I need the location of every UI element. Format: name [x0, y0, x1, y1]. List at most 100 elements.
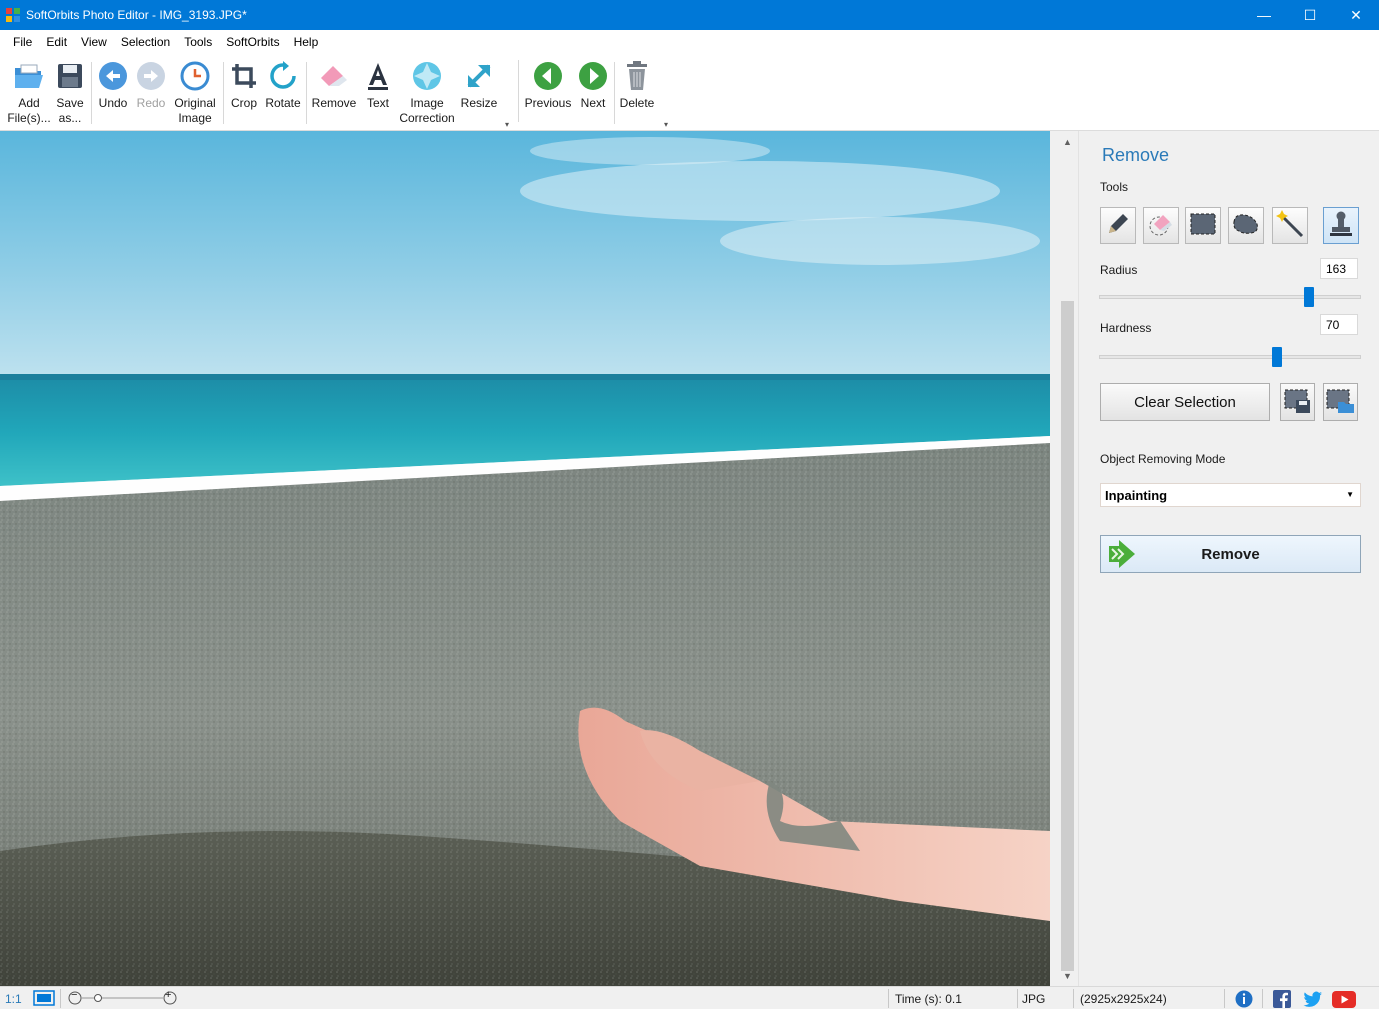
- toolbar-separator: [518, 60, 519, 122]
- text-tool-label: Text: [366, 96, 389, 110]
- mode-label: Object Removing Mode: [1100, 452, 1226, 466]
- next-button[interactable]: Next: [576, 56, 610, 111]
- menu-edit[interactable]: Edit: [39, 35, 74, 49]
- menu-help[interactable]: Help: [287, 35, 326, 49]
- toolbar-overflow-icon[interactable]: ▾: [505, 120, 509, 129]
- save-selection-button[interactable]: [1280, 383, 1315, 421]
- status-bar: 1:1 − + Time (s): 0.1 JPG (2925x2925x24): [0, 986, 1379, 1009]
- lasso-tool-button[interactable]: [1228, 207, 1264, 244]
- redo-label: Redo: [136, 96, 166, 110]
- scroll-down-icon[interactable]: ▼: [1059, 967, 1076, 984]
- info-icon[interactable]: [1235, 990, 1253, 1009]
- facebook-icon[interactable]: [1273, 990, 1291, 1009]
- clone-stamp-tool-button[interactable]: [1323, 207, 1359, 244]
- mode-select-value: Inpainting: [1105, 488, 1168, 503]
- magic-wand-tool-button[interactable]: [1272, 207, 1308, 244]
- status-separator: [1262, 989, 1263, 1008]
- title-bar: SoftOrbits Photo Editor - IMG_3193.JPG* …: [0, 0, 1379, 30]
- processing-time: Time (s): 0.1: [895, 992, 962, 1006]
- crop-button[interactable]: Crop: [227, 56, 261, 111]
- scrollbar-thumb[interactable]: [1061, 301, 1074, 971]
- resize-button[interactable]: Resize: [459, 56, 499, 111]
- resize-arrows-icon: [463, 60, 495, 92]
- image-correction-button[interactable]: Image Correction: [396, 56, 458, 126]
- beach-photo[interactable]: [0, 131, 1050, 986]
- window-title: SoftOrbits Photo Editor - IMG_3193.JPG*: [26, 8, 247, 22]
- zoom-1to1-button[interactable]: 1:1: [5, 992, 22, 1006]
- text-tool-button[interactable]: Text: [363, 56, 393, 111]
- rotate-label: Rotate: [265, 96, 301, 110]
- remove-button-label: Remove: [1201, 545, 1260, 563]
- add-files-button[interactable]: Add File(s)...: [6, 56, 52, 126]
- load-selection-icon: [1326, 388, 1356, 417]
- image-correction-icon: [411, 60, 443, 92]
- rotate-button[interactable]: Rotate: [263, 56, 303, 111]
- save-as-label-1: Save: [56, 96, 84, 110]
- clear-selection-button[interactable]: Clear Selection: [1100, 383, 1270, 421]
- toolbar-separator: [306, 62, 307, 124]
- redo-button[interactable]: Redo: [134, 56, 168, 111]
- pencil-tool-button[interactable]: [1100, 207, 1136, 244]
- hardness-label: Hardness: [1100, 321, 1152, 335]
- clear-selection-label: Clear Selection: [1134, 393, 1236, 411]
- toolbar: Add File(s)... Save as... Undo Redo Orig…: [0, 54, 1379, 131]
- radius-slider-track[interactable]: [1099, 295, 1361, 299]
- toolbar-separator: [91, 62, 92, 124]
- image-correction-label-2: Correction: [399, 111, 455, 125]
- crop-icon: [228, 60, 260, 92]
- image-canvas[interactable]: [0, 131, 1050, 986]
- eraser-icon: [318, 60, 350, 92]
- eraser-tool-button[interactable]: [1143, 207, 1179, 244]
- menu-softorbits[interactable]: SoftOrbits: [219, 35, 286, 49]
- previous-label: Previous: [524, 96, 572, 110]
- original-image-label-1: Original: [174, 96, 216, 110]
- image-dimensions: (2925x2925x24): [1080, 992, 1167, 1006]
- original-image-label-2: Image: [178, 111, 212, 125]
- remove-tool-button[interactable]: Remove: [309, 56, 359, 111]
- chevron-down-icon: ▼: [1346, 490, 1354, 499]
- delete-button[interactable]: Delete: [618, 56, 656, 111]
- radius-value-input[interactable]: 163: [1320, 258, 1358, 279]
- zoom-in-icon[interactable]: +: [165, 989, 171, 1001]
- previous-button[interactable]: Previous: [522, 56, 574, 111]
- lasso-icon: [1231, 212, 1261, 239]
- hardness-slider-thumb[interactable]: [1272, 347, 1283, 367]
- save-selection-icon: [1284, 388, 1312, 417]
- youtube-icon[interactable]: [1332, 991, 1356, 1009]
- menu-file[interactable]: File: [6, 35, 39, 49]
- twitter-icon[interactable]: [1303, 990, 1323, 1009]
- menu-view[interactable]: View: [74, 35, 114, 49]
- save-as-button[interactable]: Save as...: [53, 56, 87, 126]
- load-selection-button[interactable]: [1323, 383, 1358, 421]
- maximize-button[interactable]: ☐: [1287, 0, 1333, 30]
- scroll-up-icon[interactable]: ▲: [1059, 133, 1076, 150]
- remove-button[interactable]: Remove: [1100, 535, 1361, 573]
- image-correction-label-1: Image: [410, 96, 444, 110]
- panel-splitter[interactable]: [1050, 131, 1059, 986]
- tools-label: Tools: [1100, 180, 1129, 194]
- toolbar-navigation-group: Previous Next Delete ▾: [522, 56, 672, 129]
- hardness-value-input[interactable]: 70: [1320, 314, 1358, 335]
- menu-selection[interactable]: Selection: [114, 35, 177, 49]
- save-as-label-2: as...: [58, 111, 82, 125]
- radius-slider-thumb[interactable]: [1303, 287, 1314, 307]
- status-separator: [888, 989, 889, 1008]
- undo-button[interactable]: Undo: [95, 56, 131, 111]
- toolbar-overflow-icon[interactable]: ▾: [664, 120, 668, 129]
- zoom-slider[interactable]: [68, 990, 178, 1009]
- mode-select[interactable]: Inpainting ▼: [1100, 483, 1361, 507]
- undo-arrow-icon: [97, 60, 129, 92]
- zoom-out-icon[interactable]: −: [71, 989, 77, 1001]
- open-folder-icon: [13, 60, 45, 92]
- vertical-scrollbar[interactable]: ▲ ▼: [1059, 131, 1076, 986]
- minimize-button[interactable]: —: [1241, 0, 1287, 30]
- delete-label: Delete: [619, 96, 655, 110]
- menu-tools[interactable]: Tools: [177, 35, 219, 49]
- original-image-button[interactable]: Original Image: [171, 56, 219, 126]
- hardness-slider-track[interactable]: [1099, 355, 1361, 359]
- app-logo-icon: [5, 7, 21, 23]
- close-button[interactable]: ✕: [1333, 0, 1379, 30]
- fit-to-window-icon[interactable]: [33, 990, 55, 1009]
- rectangle-select-tool-button[interactable]: [1185, 207, 1221, 244]
- rotate-icon: [267, 60, 299, 92]
